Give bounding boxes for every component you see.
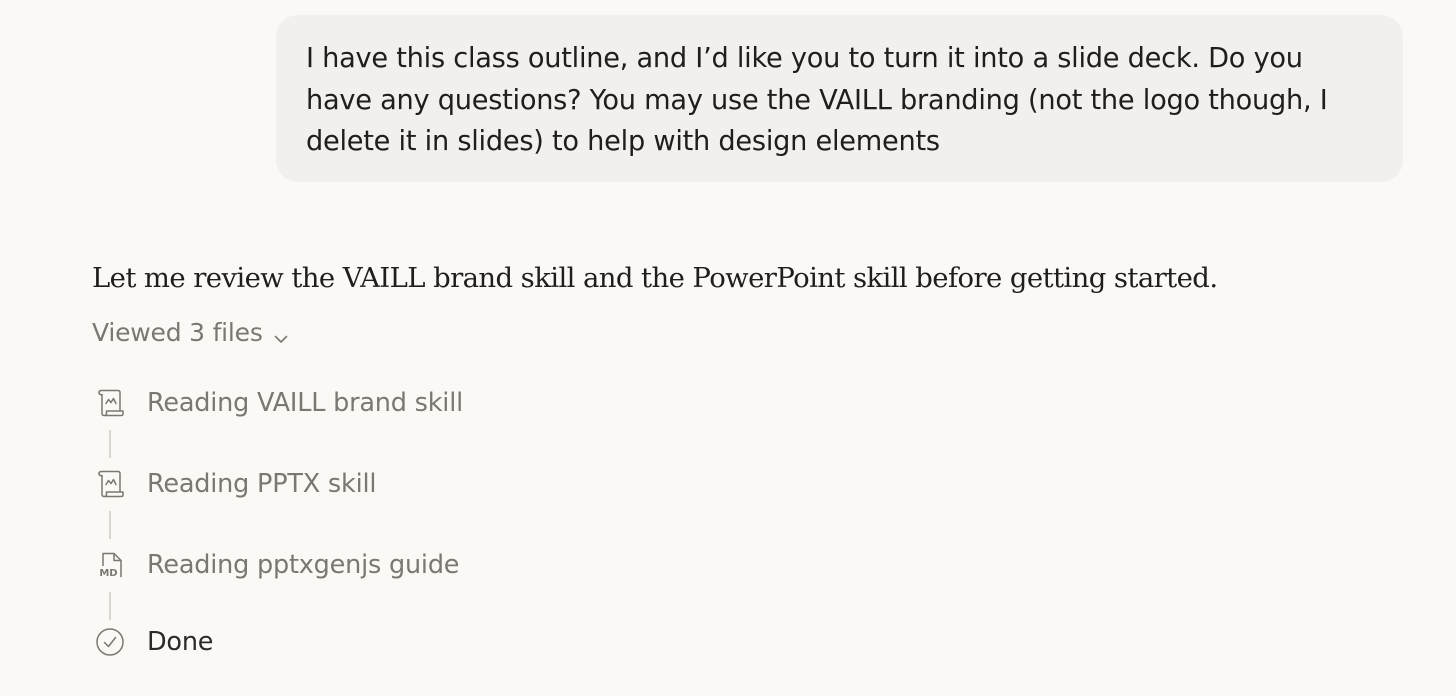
markdown-file-icon: MD (92, 547, 128, 583)
step-connector (109, 592, 111, 620)
file-step-label: Reading pptxgenjs guide (147, 550, 460, 580)
chevron-down-icon (272, 325, 290, 343)
user-message-text: I have this class outline, and I’d like … (306, 38, 1379, 163)
user-message-line: have any questions? You may use the VAIL… (306, 84, 1328, 116)
file-step-label: Reading VAILL brand skill (147, 388, 463, 418)
file-step-pptxgenjs-guide[interactable]: MD Reading pptxgenjs guide (92, 545, 459, 585)
file-step-vaill-brand[interactable]: Reading VAILL brand skill (92, 383, 463, 423)
file-step-pptx-skill[interactable]: Reading PPTX skill (92, 464, 376, 504)
user-message-line: delete it in slides) to help with design… (306, 126, 940, 157)
user-message-bubble: I have this class outline, and I’d like … (276, 15, 1403, 182)
user-message-line: I have this class outline, and I’d like … (306, 43, 1303, 74)
markdown-icon-text: MD (99, 568, 117, 579)
file-step-label: Reading PPTX skill (147, 469, 377, 499)
skill-scroll-icon (92, 466, 128, 502)
step-connector (109, 430, 111, 458)
viewed-files-toggle[interactable]: Viewed 3 files (92, 318, 290, 347)
check-circle-icon (92, 624, 128, 660)
assistant-message-text: Let me review the VAILL brand skill and … (92, 262, 1218, 294)
skill-scroll-icon (92, 385, 128, 421)
step-connector (109, 511, 111, 539)
done-label: Done (147, 627, 214, 657)
viewed-files-label: Viewed 3 files (92, 318, 263, 347)
file-step-done: Done (92, 622, 213, 662)
